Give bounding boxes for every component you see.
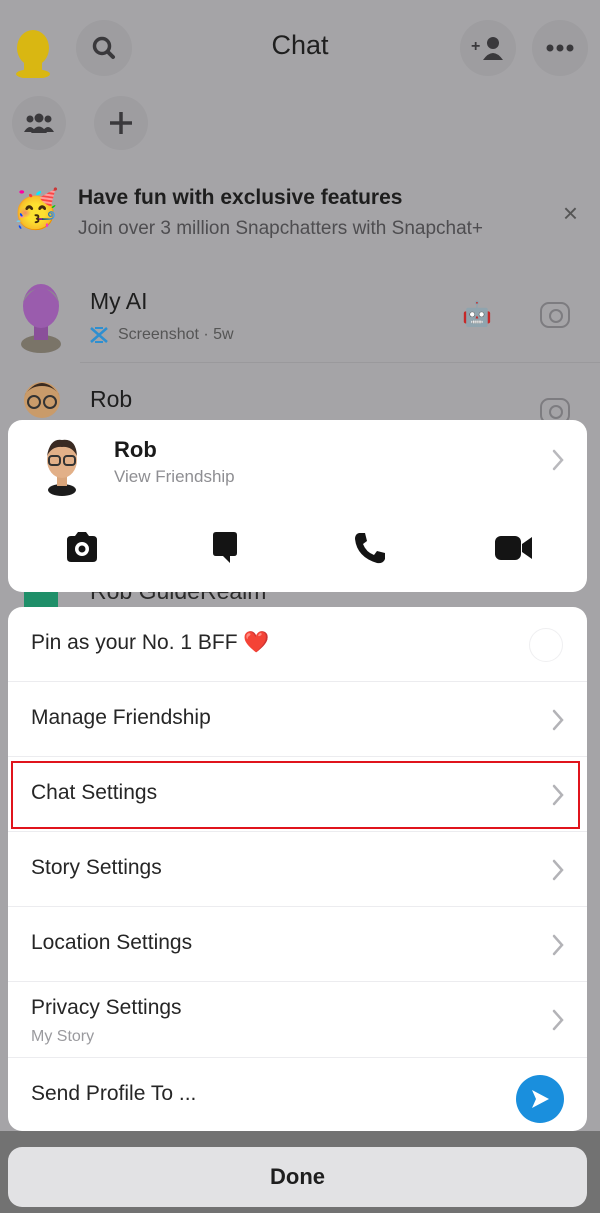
- friend-name: Rob: [114, 437, 157, 462]
- menu-item-chat-settings[interactable]: Chat Settings: [8, 757, 587, 832]
- menu-item-manage-friendship[interactable]: Manage Friendship: [8, 682, 587, 757]
- my-ai-avatar: [21, 284, 61, 353]
- send-arrow-icon: [532, 1090, 549, 1108]
- camera-reply-icon[interactable]: [540, 302, 570, 328]
- menu-item-label: Pin as your No. 1 BFF ❤️: [31, 631, 270, 654]
- camera-action-button[interactable]: [60, 526, 104, 570]
- done-button[interactable]: Done: [8, 1147, 587, 1207]
- rob-avatar: [24, 382, 60, 418]
- view-friendship-link[interactable]: View Friendship: [114, 467, 235, 487]
- camera-icon: [67, 532, 97, 562]
- pin-bff-radio[interactable]: [529, 628, 563, 662]
- chat-row-my-ai[interactable]: My AI Screenshot · 5w 🤖: [0, 270, 600, 360]
- robot-badge-icon: 🤖: [462, 301, 492, 328]
- screenshot-icon: [90, 327, 108, 343]
- promo-subtitle: Join over 3 million Snapchatters with Sn…: [78, 218, 484, 239]
- friend-card: Rob View Friendship: [8, 420, 587, 592]
- menu-item-pin-bff[interactable]: Pin as your No. 1 BFF ❤️: [8, 607, 587, 682]
- call-action-button[interactable]: [348, 526, 392, 570]
- divider: [80, 362, 600, 363]
- video-action-button[interactable]: [492, 526, 536, 570]
- more-button[interactable]: [532, 20, 588, 76]
- add-friend-button[interactable]: +: [460, 20, 516, 76]
- chevron-right-icon: [552, 1009, 564, 1031]
- menu-item-label: Send Profile To ...: [31, 1082, 197, 1105]
- menu-item-send-profile[interactable]: Send Profile To ...: [8, 1058, 587, 1131]
- snapchat-plus-promo[interactable]: 🥳 Have fun with exclusive features Join …: [0, 180, 600, 250]
- chevron-right-icon: [552, 934, 564, 956]
- send-profile-button[interactable]: [516, 1075, 564, 1123]
- menu-item-location-settings[interactable]: Location Settings: [8, 907, 587, 982]
- plus-icon: [110, 112, 132, 134]
- party-emoji-icon: 🥳: [12, 189, 60, 231]
- more-icon: [546, 44, 574, 52]
- promo-title: Have fun with exclusive features: [78, 186, 403, 209]
- chevron-right-icon: [552, 709, 564, 731]
- chat-name: Rob: [90, 386, 133, 412]
- rob-bitmoji[interactable]: [40, 438, 84, 496]
- chat-action-button[interactable]: [203, 526, 247, 570]
- menu-item-sublabel: My Story: [31, 1028, 95, 1045]
- chevron-right-icon: [552, 784, 564, 806]
- chat-status: Screenshot · 5w: [118, 326, 234, 343]
- svg-text:+: +: [471, 38, 480, 55]
- groups-icon: [24, 113, 54, 133]
- close-icon[interactable]: ×: [563, 198, 578, 229]
- menu-item-story-settings[interactable]: Story Settings: [8, 832, 587, 907]
- chat-bubble-icon: [213, 532, 237, 563]
- menu-item-label: Chat Settings: [31, 781, 158, 804]
- menu-item-label: Privacy Settings: [31, 996, 182, 1019]
- groups-button[interactable]: [12, 96, 66, 150]
- new-chat-button[interactable]: [94, 96, 148, 150]
- menu-item-label: Manage Friendship: [31, 706, 211, 729]
- video-camera-icon: [495, 536, 532, 560]
- chevron-right-icon[interactable]: [551, 448, 565, 472]
- friend-options-menu: Pin as your No. 1 BFF ❤️ Manage Friendsh…: [8, 607, 587, 1131]
- chevron-right-icon: [552, 859, 564, 881]
- add-friend-icon: +: [471, 37, 503, 60]
- menu-item-privacy-settings[interactable]: Privacy Settings My Story: [8, 982, 587, 1058]
- phone-icon: [355, 533, 385, 564]
- menu-item-label: Location Settings: [31, 931, 193, 954]
- chat-name: My AI: [90, 288, 148, 314]
- menu-item-label: Story Settings: [31, 856, 162, 879]
